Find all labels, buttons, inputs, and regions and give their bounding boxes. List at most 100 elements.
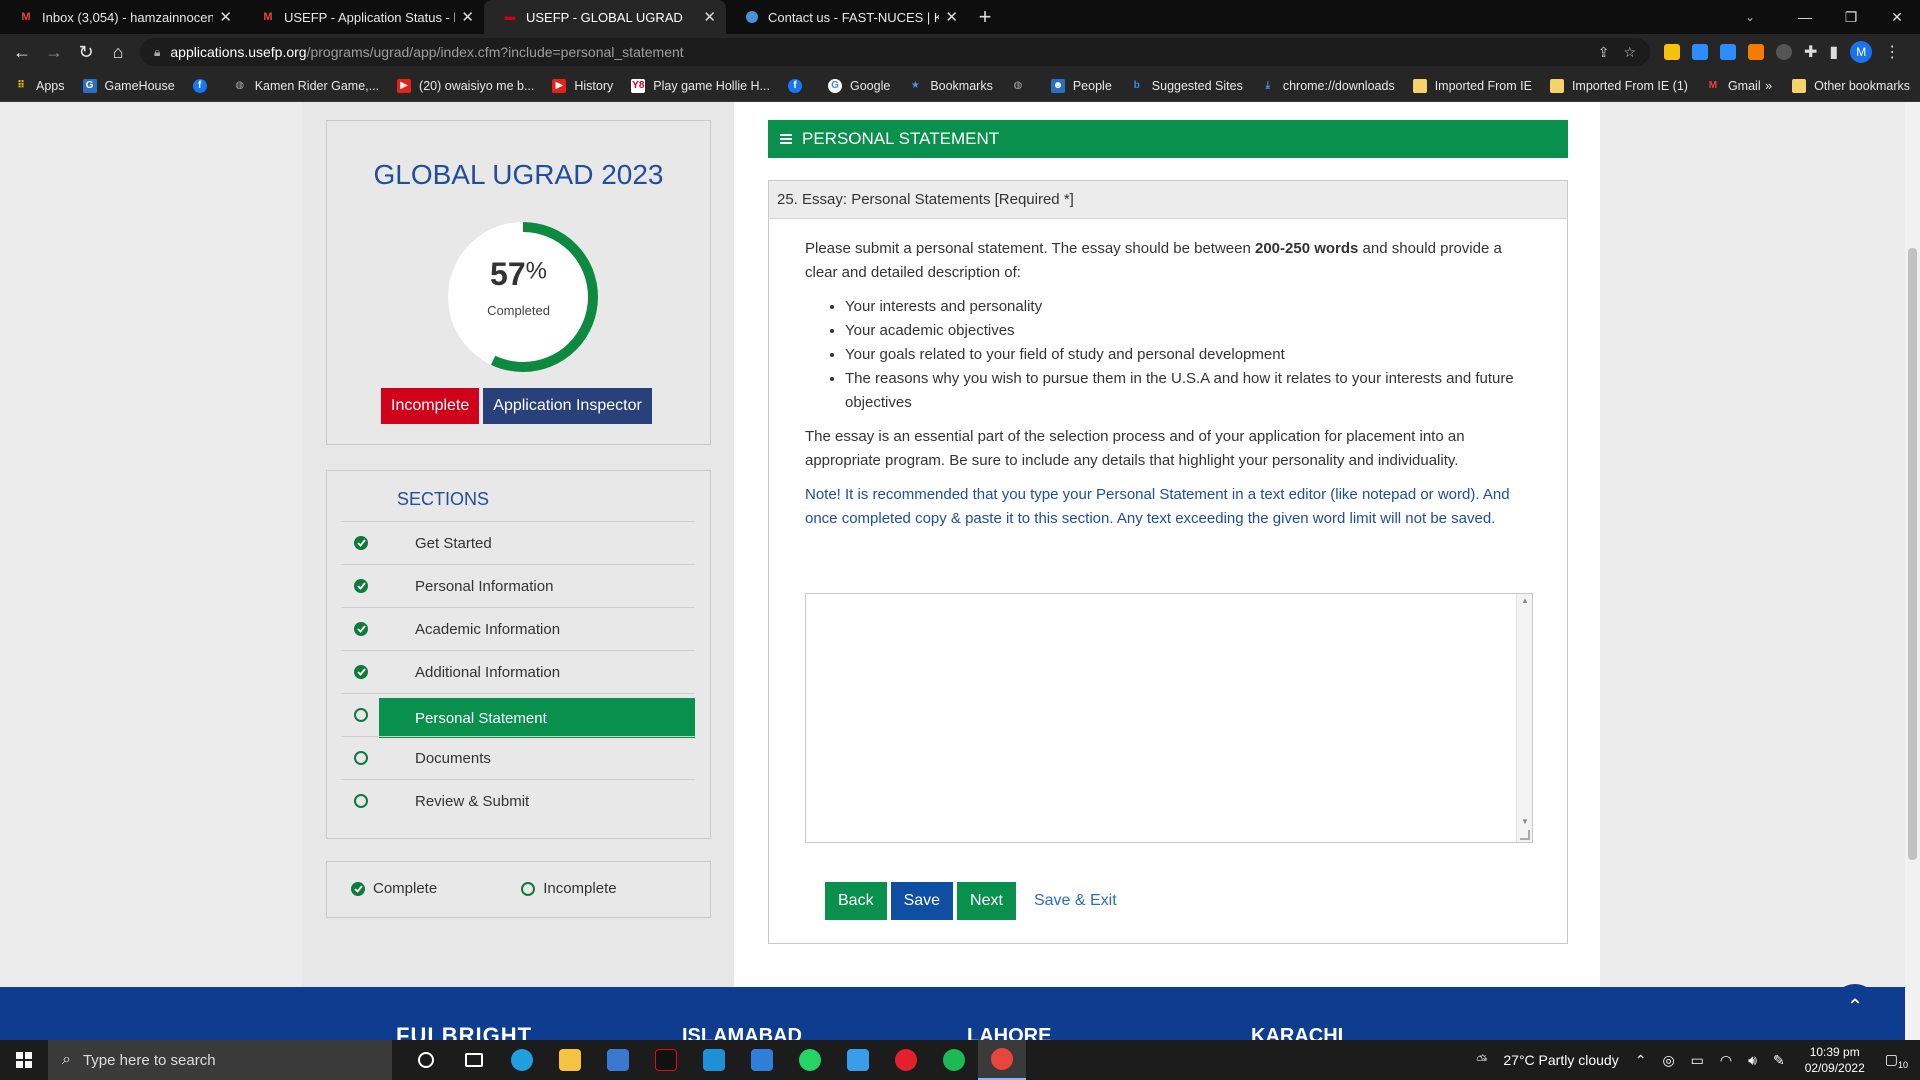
browser-toolbar: ← → ↻ ⌂ 🔒︎ applications.usefp.org/progra…	[0, 34, 1920, 70]
chevron-up-icon[interactable]: ⌃	[1635, 1052, 1647, 1069]
cortana-icon[interactable]	[402, 1040, 450, 1080]
bookmark-gamehouse[interactable]: G GameHouse	[82, 78, 175, 93]
bookmark-imported-ie[interactable]: Imported From IE	[1412, 78, 1532, 93]
save-exit-link[interactable]: Save & Exit	[1034, 892, 1117, 910]
essay-textarea[interactable]: ▲ ▼	[805, 593, 1533, 843]
menu-kebab-icon[interactable]: ⋮	[1884, 42, 1900, 62]
opera-icon[interactable]	[882, 1040, 930, 1080]
battery-icon[interactable]: ▭	[1691, 1052, 1704, 1069]
bookmark-play-game[interactable]: Y8 Play game Hollie H...	[631, 78, 770, 93]
textarea-scrollbar[interactable]: ▲ ▼	[1516, 594, 1532, 842]
list-item: Your interests and personality	[845, 295, 1531, 319]
volume-icon[interactable]: 🔊︎	[1748, 1052, 1757, 1069]
tab-search-icon[interactable]: ⌄	[1730, 0, 1770, 34]
sidebar-item-documents[interactable]: Documents	[341, 736, 695, 779]
file-explorer-icon[interactable]	[546, 1040, 594, 1080]
location-icon[interactable]: ◎	[1662, 1052, 1674, 1069]
share-icon[interactable]: ⇪	[1598, 44, 1610, 61]
legend-complete: Complete	[373, 880, 438, 897]
scroll-down-icon[interactable]: ▼	[1521, 817, 1529, 826]
bookmark-facebook-2[interactable]: f	[788, 78, 810, 93]
next-button[interactable]: Next	[957, 882, 1016, 920]
bookmark-bookmarks[interactable]: ★ Bookmarks	[908, 79, 993, 93]
more-bookmarks-icon[interactable]: »	[1765, 79, 1772, 93]
extension-icon[interactable]	[1692, 44, 1708, 60]
sidebar-item-personal-statement[interactable]: Personal Statement	[341, 693, 695, 738]
bookmark-history[interactable]: ▶ History	[552, 78, 613, 93]
extension-icon[interactable]	[1776, 44, 1792, 60]
application-inspector-button[interactable]: Application Inspector	[483, 388, 652, 424]
bookmark-people[interactable]: ☻ People	[1050, 78, 1112, 93]
bookmark-gmail[interactable]: M Gmail	[1706, 79, 1761, 93]
taskbar-search[interactable]: ⌕ Type here to search	[48, 1040, 392, 1080]
bookmark-suggested-sites[interactable]: b Suggested Sites	[1130, 79, 1243, 93]
minimize-icon[interactable]: —	[1782, 0, 1828, 34]
note-paragraph: Note! It is recommended that you type yo…	[805, 486, 1510, 527]
bookmark-google[interactable]: G Google	[828, 78, 890, 93]
sidebar-item-get-started[interactable]: Get Started	[341, 521, 695, 564]
tab-inbox[interactable]: M Inbox (3,054) - hamzainnocent60 ✕	[0, 0, 242, 34]
extension-icon[interactable]	[1664, 44, 1680, 60]
close-icon[interactable]: ✕	[703, 8, 716, 26]
address-bar[interactable]: 🔒︎ applications.usefp.org/programs/ugrad…	[140, 38, 1650, 66]
window-close-icon[interactable]: ✕	[1874, 0, 1920, 34]
store-icon[interactable]	[594, 1040, 642, 1080]
puzzle-icon[interactable]: ✚	[1804, 42, 1817, 62]
close-icon[interactable]: ✕	[461, 8, 474, 26]
whatsapp-icon[interactable]	[786, 1040, 834, 1080]
sidebar-item-academic-information[interactable]: Academic Information	[341, 607, 695, 650]
chrome-icon[interactable]	[978, 1040, 1026, 1080]
bookmark-globe[interactable]: ◍	[1011, 79, 1033, 93]
tab-application-status[interactable]: M USEFP - Application Status - ham ✕	[242, 0, 484, 34]
mail-icon[interactable]	[738, 1040, 786, 1080]
star-icon[interactable]: ☆	[1623, 44, 1636, 61]
notification-icon[interactable]: ▢10	[1885, 1051, 1908, 1070]
bookmark-downloads[interactable]: ⤓ chrome://downloads	[1261, 79, 1395, 93]
extension-icon[interactable]	[1748, 44, 1764, 60]
check-icon	[341, 536, 381, 550]
profile-avatar[interactable]: M	[1850, 41, 1873, 63]
sidebar-item-personal-information[interactable]: Personal Information	[341, 564, 695, 607]
prime-video-icon[interactable]	[690, 1040, 738, 1080]
back-arrow-icon[interactable]: ←	[6, 36, 38, 68]
bookmark-imported-ie-1[interactable]: Imported From IE (1)	[1549, 78, 1688, 93]
zoom-extension-icon[interactable]	[1720, 44, 1736, 60]
home-icon[interactable]: ⌂	[102, 36, 134, 68]
scroll-to-top-button[interactable]: ⌃	[1833, 984, 1877, 1028]
spotify-icon[interactable]	[930, 1040, 978, 1080]
task-view-icon[interactable]	[450, 1040, 498, 1080]
save-button[interactable]: Save	[890, 882, 954, 920]
bookmark-apps[interactable]: ⠿ Apps	[14, 79, 64, 93]
bookmark-youtube[interactable]: ▶ (20) owaisiyo me b...	[397, 78, 534, 93]
bookmark-facebook[interactable]: f	[192, 78, 215, 93]
bookmark-other[interactable]: Other bookmarks	[1792, 79, 1910, 93]
sidepanel-icon[interactable]: ▮	[1829, 42, 1838, 62]
edge-icon[interactable]	[498, 1040, 546, 1080]
scroll-up-icon[interactable]: ▲	[1521, 596, 1529, 605]
bookmark-kamen-rider[interactable]: ◍ Kamen Rider Game,...	[233, 79, 379, 93]
clock[interactable]: 10:39 pm 02/09/2022	[1805, 1044, 1865, 1076]
resize-grip-icon[interactable]	[1520, 830, 1530, 840]
weather-readout[interactable]: 27°C Partly cloudy	[1503, 1052, 1618, 1068]
page-scrollbar[interactable]	[1905, 102, 1920, 1049]
forward-arrow-icon[interactable]: →	[38, 36, 70, 68]
reload-icon[interactable]: ↻	[70, 36, 102, 68]
tab-contact-fast[interactable]: Contact us - FAST-NUCES | Karac ✕	[726, 0, 968, 34]
restore-icon[interactable]: ❐	[1828, 0, 1874, 34]
onedrive-icon[interactable]	[834, 1040, 882, 1080]
sidebar-item-review-submit[interactable]: Review & Submit	[341, 779, 695, 822]
window-controls: — ❐ ✕	[1782, 0, 1920, 34]
sidebar-item-additional-information[interactable]: Additional Information	[341, 650, 695, 693]
tab-global-ugrad[interactable]: ▬ USEFP - GLOBAL UGRAD ✕	[484, 0, 726, 34]
back-button[interactable]: Back	[825, 882, 887, 920]
weather-icon[interactable]: ⛅︎	[1476, 1052, 1487, 1069]
scrollbar-thumb[interactable]	[1908, 248, 1917, 860]
close-icon[interactable]: ✕	[945, 8, 958, 26]
new-tab-button[interactable]: +	[968, 0, 1002, 34]
pen-icon[interactable]: ✎	[1773, 1052, 1785, 1069]
windows-start-icon[interactable]	[0, 1040, 48, 1080]
close-icon[interactable]: ✕	[219, 8, 232, 26]
wifi-icon[interactable]: ◠	[1720, 1052, 1732, 1069]
gamehouse-icon: G	[82, 78, 97, 93]
netflix-icon[interactable]	[642, 1040, 690, 1080]
